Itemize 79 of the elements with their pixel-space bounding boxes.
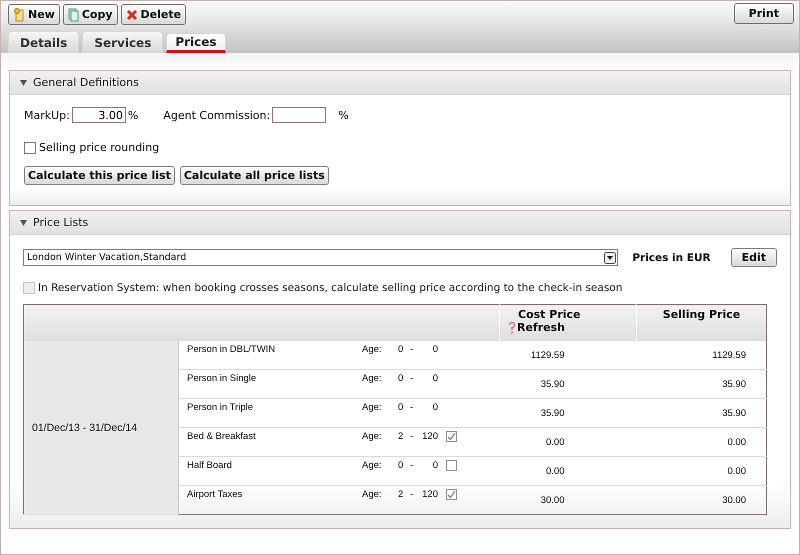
checkbox[interactable]	[446, 489, 457, 500]
age-value: 0	[432, 460, 438, 471]
service-name: Person in Single	[187, 373, 258, 384]
price-cell: 1129.59	[636, 341, 766, 370]
age-value: 0	[432, 402, 438, 413]
calculate-button[interactable]: Calculate all price lists	[180, 166, 329, 185]
price-cell: 35.90	[636, 370, 766, 398]
delete-icon	[126, 8, 138, 20]
checkbox[interactable]	[24, 142, 36, 154]
section-header[interactable]: Price Lists	[10, 211, 790, 235]
markup-field[interactable]: 3.00	[72, 107, 126, 123]
section-header[interactable]: General Definitions	[10, 71, 790, 95]
age-value: 0	[398, 344, 404, 355]
question-icon	[508, 321, 516, 334]
service-name: Person in Triple	[187, 402, 254, 413]
checkbox[interactable]	[446, 431, 457, 442]
age-value: 120	[421, 489, 438, 500]
age-label: Age:	[362, 373, 383, 384]
age-value: 0	[432, 344, 438, 355]
tab[interactable]: Details	[8, 31, 80, 53]
age-label: Age:	[362, 489, 383, 500]
age-dash: -	[410, 489, 414, 500]
price-cell: 30.00	[636, 486, 766, 514]
age-value: 0	[398, 460, 404, 471]
note-icon	[13, 8, 25, 22]
price-cell: 1129.59	[500, 341, 636, 370]
age-value: 2	[398, 431, 404, 442]
checkbox[interactable]	[446, 460, 457, 471]
age-value: 2	[398, 489, 404, 500]
price-cell: 30.00	[500, 486, 636, 514]
price-cell: 35.90	[636, 398, 766, 428]
field-label: MarkUp:	[24, 108, 70, 122]
copy-icon	[68, 8, 79, 22]
age-value: 0	[398, 373, 404, 384]
price-cell: 0.00	[500, 428, 636, 456]
age-label: Age:	[362, 460, 383, 471]
age-value: 0	[432, 373, 438, 384]
column-title: Cost Price	[518, 308, 581, 321]
section-title: Price Lists	[33, 216, 88, 229]
toolbar-button[interactable]: New	[8, 4, 60, 25]
service-name: Half Board	[187, 460, 233, 471]
unit-label: %	[128, 108, 138, 122]
checkbox-label: In Reservation System: when booking crosses seasons, calculate selling price according to the check-in season	[38, 282, 622, 294]
tab[interactable]: Prices	[166, 33, 226, 53]
age-dash: -	[410, 460, 414, 471]
column-header: Selling Price	[636, 304, 766, 341]
tab[interactable]: Services	[82, 31, 164, 53]
age-value: 0	[398, 402, 404, 413]
toolbar-button[interactable]: Delete	[120, 4, 186, 25]
field-label: Agent Commission:	[163, 108, 270, 122]
age-value: 120	[421, 431, 438, 442]
currency-label: Prices in EUR	[632, 252, 711, 264]
age-label: Age:	[362, 402, 383, 413]
age-dash: -	[410, 344, 414, 355]
dropdown-icon	[604, 252, 616, 264]
commission-field[interactable]	[272, 107, 326, 123]
edit-button[interactable]: Edit	[730, 248, 777, 267]
price-cell: 0.00	[500, 456, 636, 486]
price-cell: 35.90	[500, 370, 636, 398]
service-name: Airport Taxes	[187, 489, 244, 500]
price-cell: 35.90	[500, 398, 636, 428]
age-dash: -	[410, 402, 414, 413]
age-dash: -	[410, 373, 414, 384]
print-button[interactable]: Print	[734, 3, 794, 24]
checkbox-label: Selling price rounding	[39, 141, 160, 154]
unit-label: %	[338, 108, 349, 122]
section-title: General Definitions	[33, 76, 139, 89]
age-label: Age:	[362, 431, 383, 442]
price-cell: 0.00	[636, 456, 766, 486]
refresh-link[interactable]: Refresh	[508, 321, 565, 334]
price-list-dropdown[interactable]: London Winter Vacation,Standard	[23, 249, 618, 266]
age-label: Age:	[362, 344, 383, 355]
service-name: Bed & Breakfast	[187, 431, 257, 442]
price-cell: 0.00	[636, 428, 766, 456]
service-name: Person in DBL/TWIN	[187, 344, 276, 355]
toolbar-button[interactable]: Copy	[62, 4, 118, 25]
period-cell: 01/Dec/13 - 31/Dec/14	[24, 341, 178, 514]
calculate-button[interactable]: Calculate this price list	[24, 166, 175, 185]
age-dash: -	[410, 431, 414, 442]
